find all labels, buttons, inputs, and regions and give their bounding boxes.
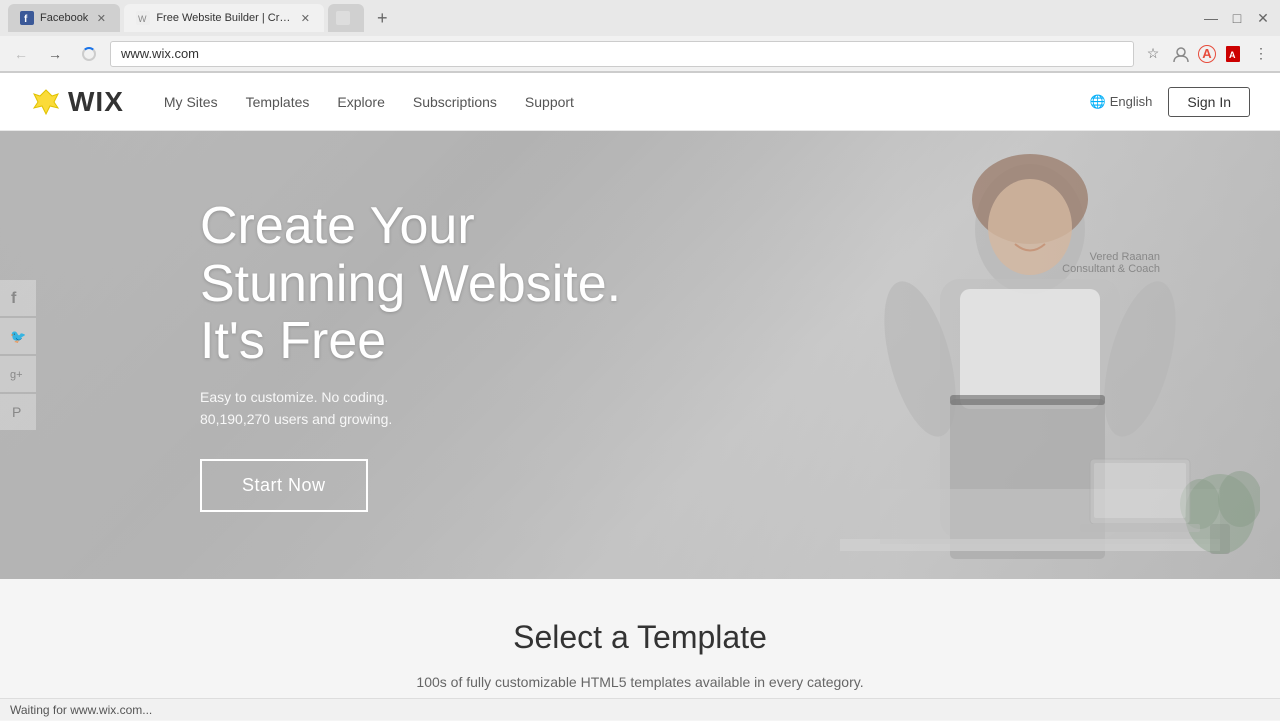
nav-explore[interactable]: Explore <box>337 94 384 110</box>
social-sidebar: f 🐦 g+ P <box>0 280 36 430</box>
window-controls: — □ ✕ <box>1202 9 1272 27</box>
svg-text:W: W <box>138 14 147 24</box>
wix-logo-icon <box>30 86 62 118</box>
tab-wix-close[interactable]: ✕ <box>298 11 312 25</box>
facebook-favicon: f <box>20 11 34 25</box>
browser-chrome: f Facebook ✕ W Free Website Builder | Cr… <box>0 0 1280 73</box>
pinterest-social-button[interactable]: P <box>0 394 36 430</box>
adblock-icon[interactable]: A <box>1198 45 1216 63</box>
wix-nav: WIX My Sites Templates Explore Subscript… <box>0 73 1280 131</box>
address-bar[interactable]: www.wix.com <box>110 41 1134 67</box>
tab-wix-label: Free Website Builder | Cre... <box>156 12 292 24</box>
nav-subscriptions[interactable]: Subscriptions <box>413 94 497 110</box>
hero-title-line1: Create Your <box>200 197 475 255</box>
close-button[interactable]: ✕ <box>1254 9 1272 27</box>
svg-text:g+: g+ <box>10 369 23 381</box>
start-now-button[interactable]: Start Now <box>200 459 368 512</box>
person-title: Consultant & Coach <box>1062 263 1160 275</box>
nav-my-sites[interactable]: My Sites <box>164 94 218 110</box>
user-icon[interactable] <box>1170 43 1192 65</box>
language-label: English <box>1110 94 1153 109</box>
hero-subtitle-line2: 80,190,270 users and growing. <box>200 411 392 427</box>
laptop-decoration <box>1080 454 1200 539</box>
wix-logo[interactable]: WIX <box>30 86 124 118</box>
nav-templates[interactable]: Templates <box>246 94 310 110</box>
status-text: Waiting for www.wix.com... <box>10 703 152 717</box>
twitter-social-button[interactable]: 🐦 <box>0 318 36 354</box>
svg-text:🐦: 🐦 <box>10 329 26 344</box>
tab-facebook[interactable]: f Facebook ✕ <box>8 4 120 32</box>
tab-facebook-label: Facebook <box>40 12 88 24</box>
svg-text:f: f <box>11 290 17 307</box>
forward-button[interactable]: → <box>42 41 68 67</box>
svg-text:P: P <box>12 404 21 420</box>
page-content: WIX My Sites Templates Explore Subscript… <box>0 73 1280 721</box>
language-selector[interactable]: English <box>1090 94 1153 110</box>
nav-support[interactable]: Support <box>525 94 574 110</box>
template-subtitle-line1: 100s of fully customizable HTML5 templat… <box>416 674 863 690</box>
hero-content: Create Your Stunning Website. It's Free … <box>200 198 621 511</box>
hero-title-line3: It's Free <box>200 312 386 370</box>
template-section-title: Select a Template <box>0 619 1280 656</box>
tab-wix[interactable]: W Free Website Builder | Cre... ✕ <box>124 4 324 32</box>
hero-title-line2: Stunning Website. <box>200 255 621 313</box>
maximize-button[interactable]: □ <box>1228 9 1246 27</box>
tab-empty-icon <box>336 11 350 25</box>
hero-subtitle-line1: Easy to customize. No coding. <box>200 389 388 405</box>
back-button[interactable]: ← <box>8 41 34 67</box>
hero-subtitle: Easy to customize. No coding. 80,190,270… <box>200 386 621 431</box>
globe-icon <box>1090 94 1106 110</box>
browser-titlebar: f Facebook ✕ W Free Website Builder | Cr… <box>0 0 1280 36</box>
hero-section: f 🐦 g+ P Create Your <box>0 131 1280 579</box>
wix-nav-right: English Sign In <box>1090 87 1250 117</box>
sign-in-button[interactable]: Sign In <box>1168 87 1250 117</box>
minimize-button[interactable]: — <box>1202 9 1220 27</box>
bookmark-star-icon[interactable]: ☆ <box>1142 43 1164 65</box>
facebook-social-button[interactable]: f <box>0 280 36 316</box>
svg-text:A: A <box>1229 50 1236 60</box>
new-tab-button[interactable]: + <box>368 4 396 32</box>
wix-logo-text: WIX <box>68 86 124 118</box>
wix-nav-links: My Sites Templates Explore Subscriptions… <box>164 94 1090 110</box>
person-name: Vered Raanan <box>1062 251 1160 263</box>
acrobat-icon[interactable]: A <box>1222 43 1244 65</box>
address-text: www.wix.com <box>121 46 199 61</box>
extensions-icon[interactable]: ⋮ <box>1250 43 1272 65</box>
wix-favicon: W <box>136 11 150 25</box>
tab-empty[interactable] <box>328 4 364 32</box>
reload-button[interactable] <box>76 41 102 67</box>
hero-title: Create Your Stunning Website. It's Free <box>200 198 621 370</box>
status-bar: Waiting for www.wix.com... <box>0 698 1280 720</box>
loading-spinner <box>82 47 96 61</box>
tab-facebook-close[interactable]: ✕ <box>94 11 108 25</box>
toolbar-icons: ☆ A A ⋮ <box>1142 43 1272 65</box>
hero-person-label: Vered Raanan Consultant & Coach <box>1062 251 1160 275</box>
browser-toolbar: ← → www.wix.com ☆ A A ⋮ <box>0 36 1280 72</box>
googleplus-social-button[interactable]: g+ <box>0 356 36 392</box>
